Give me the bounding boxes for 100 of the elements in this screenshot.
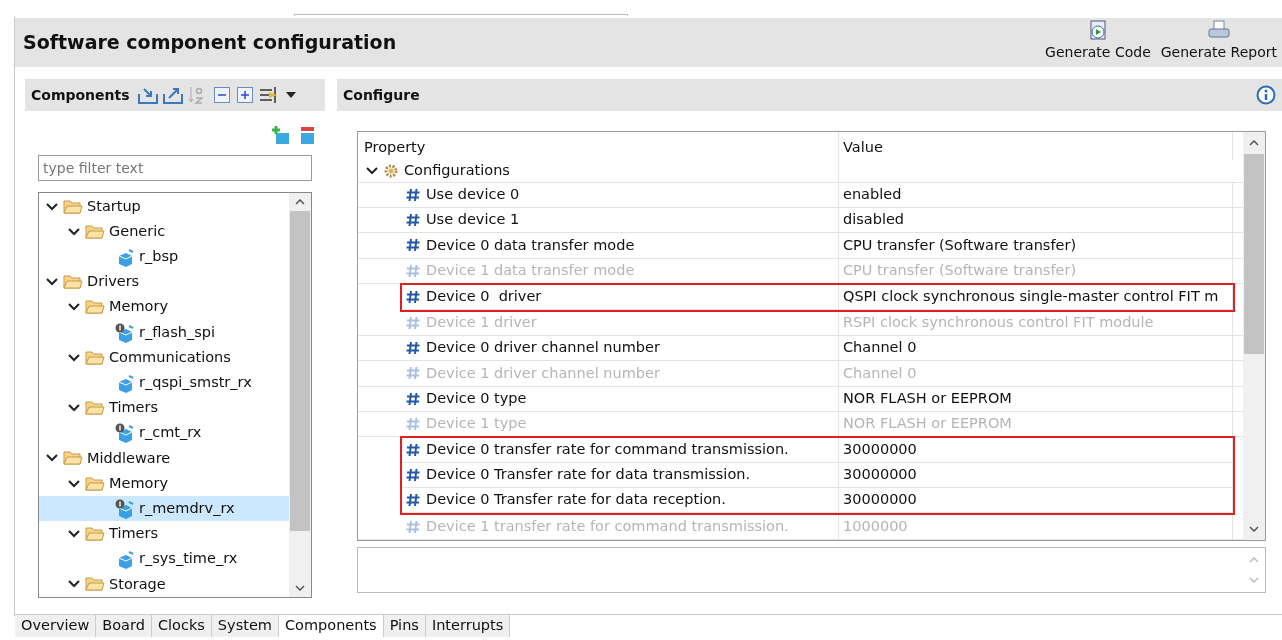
tree-item[interactable]: r_cmt_rx [39, 420, 289, 446]
scroll-up-icon[interactable] [295, 199, 305, 205]
property-name: Device 1 transfer rate for command transmission. [426, 516, 789, 536]
hash-icon [406, 341, 420, 356]
info-icon[interactable] [1256, 85, 1276, 105]
scrollbar[interactable] [289, 193, 311, 597]
add-component-icon[interactable] [271, 125, 291, 145]
folder-icon [85, 400, 105, 417]
tree-item[interactable]: r_memdrv_rx [39, 496, 289, 522]
property-value[interactable]: CPU transfer (Software transfer) [843, 234, 1077, 257]
generate-report-button[interactable]: Generate Report [1159, 20, 1278, 63]
column-header[interactable]: Property [358, 132, 839, 160]
import-icon[interactable] [137, 86, 158, 104]
printer-icon [1207, 20, 1230, 40]
chevron-icon[interactable] [46, 278, 58, 287]
tree-item[interactable]: Memory [39, 471, 289, 497]
tab[interactable]: System [211, 615, 279, 637]
hash-icon [406, 468, 420, 483]
property-value[interactable]: 30000000 [843, 439, 917, 461]
hash-icon [406, 391, 420, 406]
chevron-icon[interactable] [46, 202, 58, 211]
export-icon[interactable] [162, 86, 183, 104]
scrollbar[interactable] [1243, 132, 1265, 540]
property-name: Use device 0 [426, 185, 520, 205]
chevron-icon[interactable] [366, 167, 378, 175]
hash-icon [406, 366, 420, 381]
hash-icon [406, 519, 420, 534]
property-name: Device 0 Transfer rate for data reception. [426, 490, 726, 510]
tree-item[interactable]: Startup [39, 194, 289, 220]
hash-icon [406, 493, 420, 508]
tree-item[interactable]: Middleware [39, 445, 289, 472]
panel-title: Configure [343, 85, 420, 105]
folder-icon [85, 223, 105, 240]
property-row[interactable]: Device 0 data transfer mode CPU transfer (Software transfer) [358, 233, 1243, 259]
property-row[interactable]: Use device 1 disabled [358, 208, 1243, 234]
folder-icon [63, 198, 83, 215]
property-name: Device 1 driver [426, 313, 537, 333]
property-name: Device 0 Transfer rate for data transmission. [426, 465, 751, 485]
property-name: Device 0 driver [426, 286, 542, 306]
property-row[interactable]: Device 0 type NOR FLASH or EEPROM [358, 386, 1243, 412]
expand-all-icon[interactable] [235, 86, 254, 104]
property-value[interactable]: Channel 0 [843, 337, 917, 360]
tree-item[interactable]: Drivers [39, 269, 289, 295]
hash-icon [406, 316, 420, 331]
property-row[interactable]: Device 0 driver channel number Channel 0 [358, 336, 1243, 362]
property-value[interactable]: enabled [843, 184, 902, 206]
tree-item[interactable]: r_sys_time_rx [39, 546, 289, 572]
property-value[interactable]: 30000000 [843, 489, 917, 512]
property-value[interactable]: 30000000 [843, 464, 917, 487]
property-name: Device 0 data transfer mode [426, 235, 635, 255]
hash-icon [406, 213, 420, 228]
tab[interactable]: Clocks [151, 615, 212, 637]
generate-code-button[interactable]: Generate Code [1044, 20, 1152, 63]
filter-field[interactable]: type filter text [38, 155, 312, 181]
hash-icon [406, 289, 420, 304]
tab[interactable]: Overview [15, 615, 97, 637]
chevron-icon[interactable] [68, 227, 80, 236]
tree-item[interactable]: r_flash_spi [39, 319, 289, 346]
chevron-icon[interactable] [68, 303, 80, 312]
chevron-icon[interactable] [68, 580, 80, 589]
property-value[interactable]: NOR FLASH or EEPROM [843, 387, 1012, 410]
tree-item[interactable]: Configurations [358, 160, 1243, 183]
folder-icon [85, 526, 105, 543]
page-title: Software component configuration [23, 30, 397, 56]
scroll-down-icon [1249, 577, 1259, 583]
property-row[interactable]: Use device 0 enabled [358, 183, 1243, 209]
hash-icon [406, 238, 420, 253]
property-name: Use device 1 [426, 210, 520, 230]
tree-item[interactable]: r_bsp [39, 244, 289, 270]
hash-icon [406, 188, 420, 203]
property-name: Device 0 driver channel number [426, 338, 660, 358]
tab[interactable]: Interrupts [425, 615, 511, 637]
chevron-icon[interactable] [68, 530, 80, 539]
tree-item[interactable]: r_qspi_smstr_rx [39, 370, 289, 396]
chevron-icon[interactable] [68, 479, 80, 488]
code-play-icon [1087, 20, 1108, 40]
scroll-down-icon[interactable] [1249, 526, 1259, 532]
column-header[interactable]: Value [839, 132, 1233, 160]
hash-icon [406, 263, 420, 278]
tree-item[interactable]: Timers [39, 521, 289, 547]
tab[interactable]: Pins [383, 615, 426, 637]
tree-item[interactable]: Storage [39, 571, 289, 597]
tree-item[interactable]: Generic [39, 219, 289, 245]
hash-icon [406, 416, 420, 431]
tree-item[interactable]: Memory [39, 294, 289, 320]
chevron-icon[interactable] [68, 353, 80, 362]
tree-item[interactable]: Communications [39, 345, 289, 371]
dropdown-caret-icon[interactable] [285, 91, 296, 99]
chevron-icon[interactable] [46, 454, 58, 463]
property-value[interactable]: disabled [843, 209, 905, 232]
tab[interactable]: Board [96, 615, 152, 637]
scroll-up-icon[interactable] [1249, 140, 1259, 146]
tree-item[interactable]: Timers [39, 395, 289, 421]
collapse-all-icon[interactable] [212, 86, 231, 104]
panel-title: Components [31, 85, 130, 105]
chevron-icon[interactable] [68, 404, 80, 413]
property-value[interactable]: QSPI clock synchronous single-master control FIT m [843, 285, 1219, 308]
property-name: Device 0 type [426, 388, 527, 408]
property-name: Device 1 data transfer mode [426, 260, 635, 280]
scroll-down-icon[interactable] [295, 585, 305, 591]
